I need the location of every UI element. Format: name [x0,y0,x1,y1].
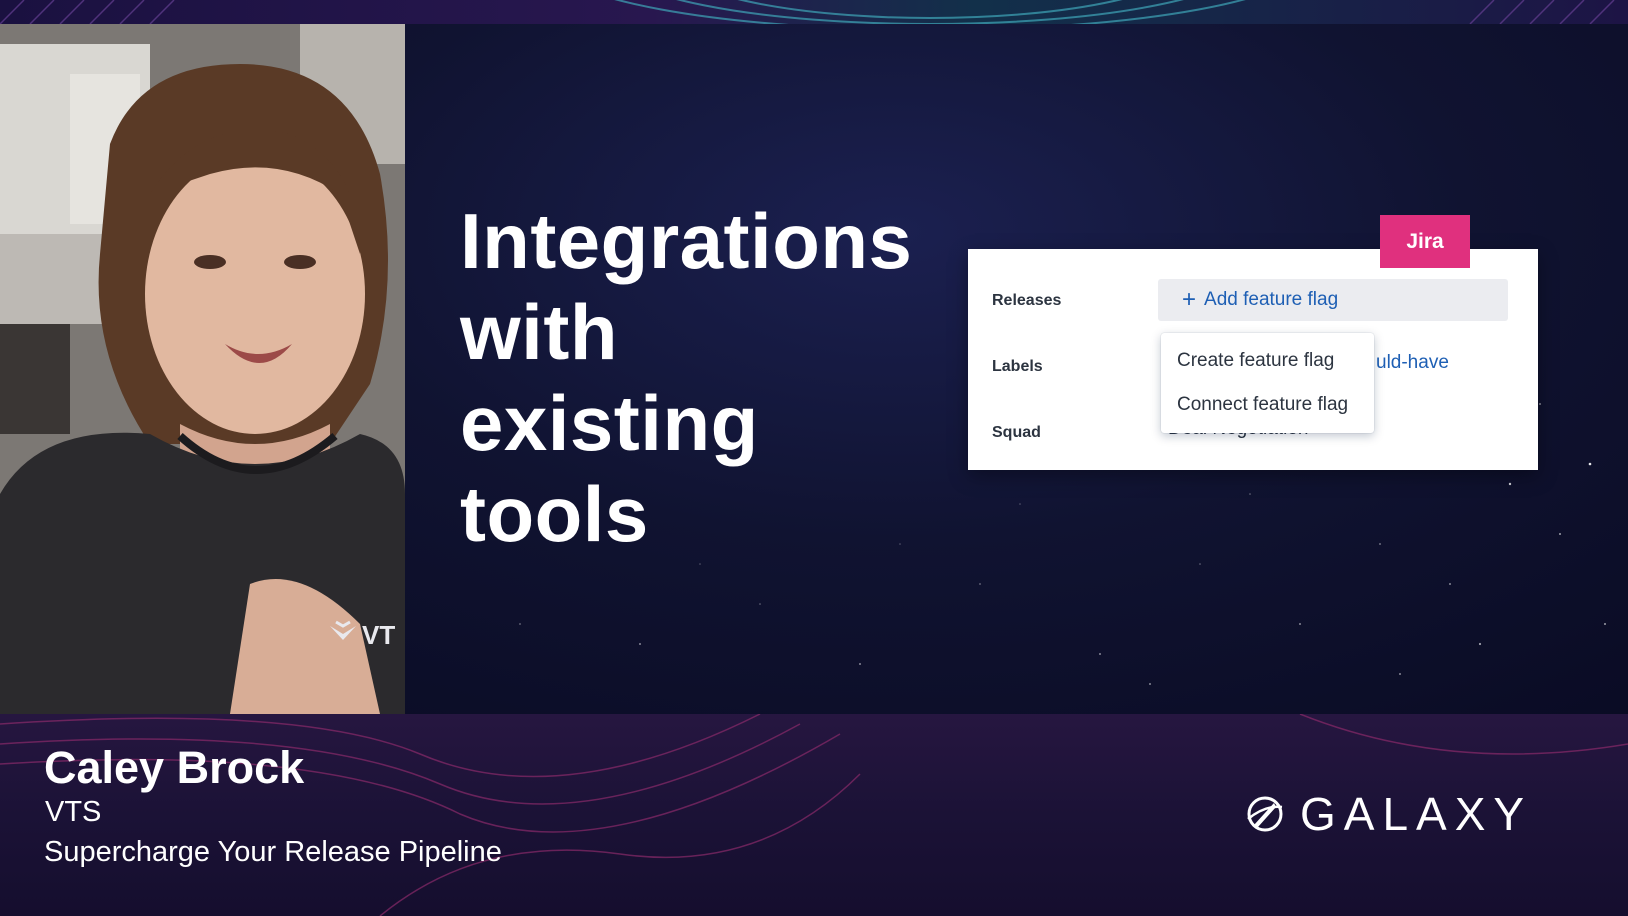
headline-line: Integrations [460,197,913,285]
squad-label: Squad [992,424,1041,441]
speaker-company: VTS [45,796,102,828]
rocket-icon [1244,793,1286,835]
top-decorative-strip [0,0,1628,24]
lower-third-banner: Caley Brock VTS Supercharge Your Release… [0,714,1628,916]
headline-line: tools [460,470,649,558]
talk-title: Supercharge Your Release Pipeline [44,836,502,868]
headline-line: existing [460,379,759,467]
presentation-stage: VT Integrations with existing tools Rele… [0,24,1628,714]
shirt-logo-text: VT [362,620,396,650]
labels-value[interactable]: uld-have [1376,352,1449,374]
speaker-webcam: VT [0,24,405,714]
speaker-name: Caley Brock [44,742,305,793]
connect-feature-flag-option[interactable]: Connect feature flag [1161,383,1374,427]
plus-icon: + [1182,286,1197,313]
jira-badge: Jira [1380,215,1470,268]
shirt-logo: VT [328,620,395,651]
galaxy-wordmark: GALAXY [1300,788,1533,840]
releases-label: Releases [992,292,1062,309]
galaxy-logo: GALAXY [1244,788,1549,840]
add-feature-flag-label: Add feature flag [1204,289,1339,310]
feature-flag-dropdown: Create feature flag Connect feature flag [1161,333,1374,433]
create-feature-flag-option[interactable]: Create feature flag [1161,339,1374,383]
add-feature-flag-button[interactable]: + Add feature flag [1158,279,1508,321]
labels-label: Labels [992,358,1043,375]
slide-headline: Integrations with existing tools [460,196,980,560]
headline-line: with [460,288,618,376]
vts-logo-icon [328,620,358,647]
jira-issue-panel: Releases + Add feature flag Labels uld-h… [968,249,1538,470]
